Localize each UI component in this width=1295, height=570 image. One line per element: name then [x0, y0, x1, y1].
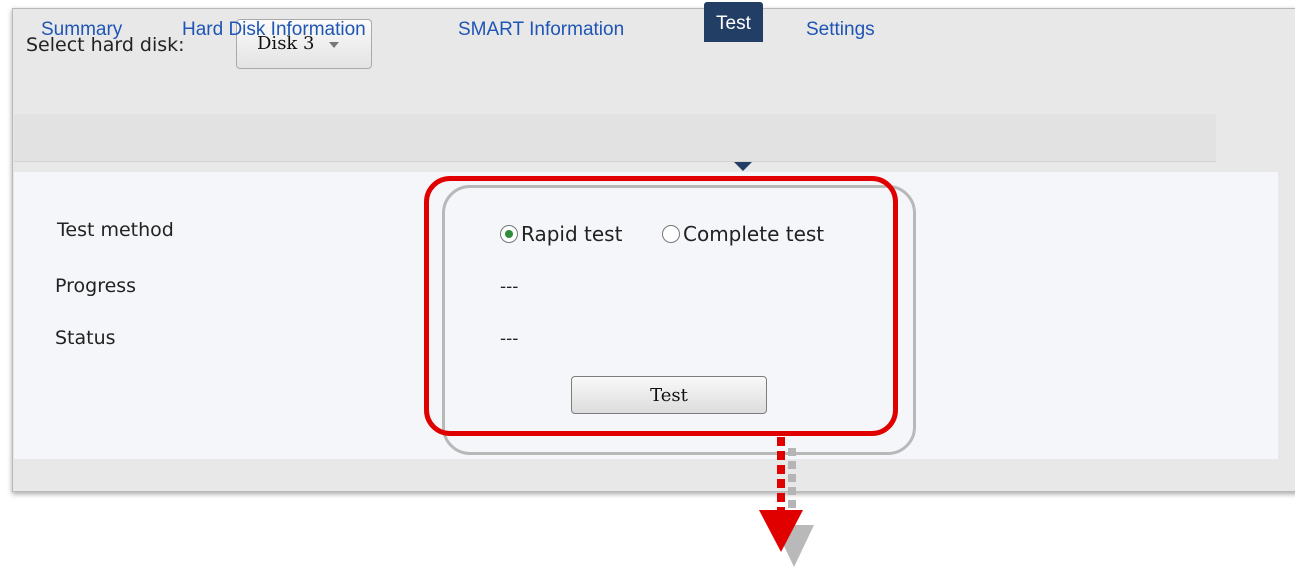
- tab-bar: [14, 114, 1216, 162]
- tab-test[interactable]: Test: [704, 2, 763, 42]
- arrow-line: [777, 437, 785, 513]
- tab-settings[interactable]: Settings: [806, 19, 875, 41]
- status-label: Status: [55, 327, 116, 349]
- arrow-down-icon: [759, 510, 803, 552]
- highlight-frame: [424, 176, 898, 436]
- test-method-label: Test method: [57, 219, 174, 241]
- active-tab-pointer: [734, 162, 752, 171]
- chevron-down-icon: [329, 42, 339, 48]
- tab-summary[interactable]: Summary: [41, 19, 122, 41]
- arrow-shadow-line: [788, 448, 796, 508]
- tab-hard-disk-information[interactable]: Hard Disk Information: [182, 19, 366, 41]
- tab-smart-information[interactable]: SMART Information: [458, 19, 624, 41]
- progress-label: Progress: [55, 275, 137, 297]
